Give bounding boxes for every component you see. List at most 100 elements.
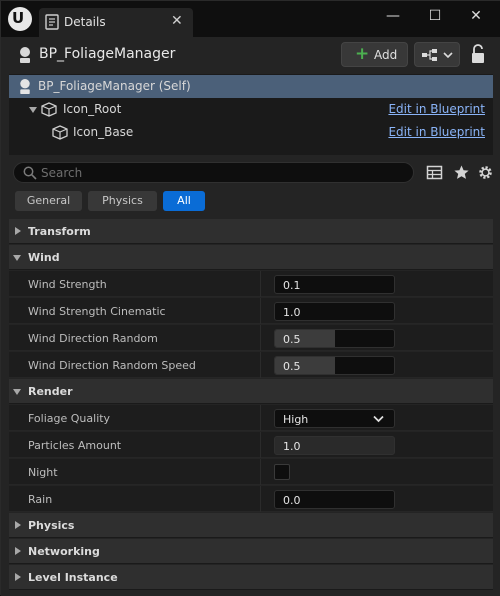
expand-arrow-icon[interactable] xyxy=(29,107,37,113)
section-label: Render xyxy=(28,385,73,398)
plus-icon: + xyxy=(355,44,370,64)
property-label: Wind Direction Random xyxy=(28,332,158,345)
property-row-wind-strength: Wind Strength 0.1 xyxy=(9,271,493,297)
property-row-rain: Rain 0.0 xyxy=(9,486,493,512)
tree-row-label: BP_FoliageManager (Self) xyxy=(38,79,191,93)
column-divider[interactable] xyxy=(260,298,261,324)
hierarchy-icon xyxy=(422,49,437,61)
mesh-component-icon xyxy=(41,102,57,117)
tree-row-label: Icon_Base xyxy=(73,125,134,139)
property-row-night: Night xyxy=(9,459,493,485)
property-row-wind-direction-random-speed: Wind Direction Random Speed 0.5 xyxy=(9,352,493,378)
property-label: Wind Strength Cinematic xyxy=(28,305,166,318)
tab-details[interactable]: Details ✕ xyxy=(39,8,193,37)
wind-strength-cinematic-input[interactable]: 1.0 xyxy=(274,302,395,321)
edit-in-blueprint-link[interactable]: Edit in Blueprint xyxy=(388,102,485,116)
night-checkbox[interactable] xyxy=(274,464,290,480)
section-transform[interactable]: Transform xyxy=(9,219,493,244)
expanded-arrow-icon xyxy=(13,389,21,395)
property-row-wind-direction-random: Wind Direction Random 0.5 xyxy=(9,325,493,351)
property-matrix-icon[interactable] xyxy=(426,164,443,181)
tree-row-icon-root[interactable]: Icon_Root Edit in Blueprint xyxy=(9,98,493,121)
tree-row-self[interactable]: BP_FoliageManager (Self) xyxy=(9,75,493,98)
section-level-instance[interactable]: Level Instance xyxy=(9,565,493,590)
filter-physics-button[interactable]: Physics xyxy=(88,191,157,211)
actor-icon xyxy=(20,47,30,63)
chevron-down-icon xyxy=(443,52,453,59)
filter-general-button[interactable]: General xyxy=(15,191,82,211)
property-label: Wind Strength xyxy=(28,278,107,291)
minimize-button[interactable]: — xyxy=(381,8,405,28)
collapsed-arrow-icon xyxy=(15,573,21,581)
maximize-button[interactable]: ☐ xyxy=(423,8,447,28)
property-row-particles-amount: Particles Amount 1.0 xyxy=(9,432,493,458)
add-label: Add xyxy=(374,48,398,62)
lock-icon[interactable] xyxy=(468,43,488,65)
collapsed-arrow-icon xyxy=(15,521,21,529)
close-window-button[interactable]: ✕ xyxy=(464,8,488,28)
section-label: Physics xyxy=(28,519,75,532)
field-value: 0.1 xyxy=(283,279,301,292)
property-label: Particles Amount xyxy=(28,439,122,452)
wind-strength-input[interactable]: 0.1 xyxy=(274,275,395,294)
collapsed-arrow-icon xyxy=(15,547,21,555)
property-row-foliage-quality: Foliage Quality High xyxy=(9,405,493,431)
filter-all-button[interactable]: All xyxy=(163,191,205,211)
column-divider[interactable] xyxy=(260,486,261,512)
details-panel: BP_FoliageManager + Add BP_FoliageManage… xyxy=(1,37,500,596)
rain-input[interactable]: 0.0 xyxy=(274,490,395,509)
field-value: 0.5 xyxy=(283,333,301,346)
column-divider[interactable] xyxy=(260,271,261,297)
section-render[interactable]: Render xyxy=(9,379,493,404)
dropdown-value: High xyxy=(283,413,309,426)
wind-direction-random-speed-slider[interactable]: 0.5 xyxy=(274,356,395,375)
column-divider[interactable] xyxy=(260,405,261,431)
field-value: 0.0 xyxy=(283,494,301,507)
unreal-logo-icon: U xyxy=(8,7,32,31)
tab-label: Details xyxy=(64,15,106,29)
particles-amount-input[interactable]: 1.0 xyxy=(274,436,395,455)
details-tab-icon xyxy=(45,14,59,30)
tree-row-label: Icon_Root xyxy=(63,102,122,116)
wind-direction-random-slider[interactable]: 0.5 xyxy=(274,329,395,348)
tree-row-icon-base[interactable]: Icon_Base Edit in Blueprint xyxy=(9,121,493,144)
tab-close-icon[interactable]: ✕ xyxy=(171,13,183,29)
field-value: 0.5 xyxy=(283,360,301,373)
search-icon xyxy=(23,166,37,180)
search-placeholder: Search xyxy=(41,166,83,180)
foliage-quality-dropdown[interactable]: High xyxy=(274,409,395,428)
field-value: 1.0 xyxy=(283,306,301,319)
favorites-star-icon[interactable] xyxy=(453,164,470,181)
property-label: Rain xyxy=(28,493,53,506)
collapsed-arrow-icon xyxy=(15,227,21,235)
section-label: Level Instance xyxy=(28,571,118,584)
column-divider[interactable] xyxy=(260,432,261,458)
column-divider[interactable] xyxy=(260,459,261,485)
expanded-arrow-icon xyxy=(13,255,21,261)
property-row-wind-strength-cinematic: Wind Strength Cinematic 1.0 xyxy=(9,298,493,324)
chevron-down-icon xyxy=(373,415,384,423)
column-divider[interactable] xyxy=(260,325,261,351)
property-label: Night xyxy=(28,466,58,479)
section-label: Wind xyxy=(28,251,60,264)
details-window: U Details ✕ — ☐ ✕ BP_FoliageManager + Ad… xyxy=(0,0,500,596)
component-tree: BP_FoliageManager (Self) Icon_Root Edit … xyxy=(9,74,493,155)
add-component-button[interactable]: + Add xyxy=(341,42,408,67)
section-label: Networking xyxy=(28,545,100,558)
field-value: 1.0 xyxy=(283,440,301,453)
property-label: Wind Direction Random Speed xyxy=(28,359,196,372)
section-wind[interactable]: Wind xyxy=(9,245,493,270)
property-label: Foliage Quality xyxy=(28,412,111,425)
edit-in-blueprint-link[interactable]: Edit in Blueprint xyxy=(388,125,485,139)
section-label: Transform xyxy=(28,225,91,238)
settings-gear-icon[interactable] xyxy=(477,164,494,181)
column-divider[interactable] xyxy=(260,352,261,378)
section-physics[interactable]: Physics xyxy=(9,513,493,538)
search-input[interactable]: Search xyxy=(13,162,414,183)
blueprint-options-button[interactable] xyxy=(414,42,460,67)
object-name: BP_FoliageManager xyxy=(39,46,176,62)
mesh-component-icon xyxy=(52,125,68,140)
section-networking[interactable]: Networking xyxy=(9,539,493,564)
title-bar: U Details ✕ — ☐ ✕ xyxy=(1,1,500,37)
actor-icon xyxy=(20,78,30,95)
